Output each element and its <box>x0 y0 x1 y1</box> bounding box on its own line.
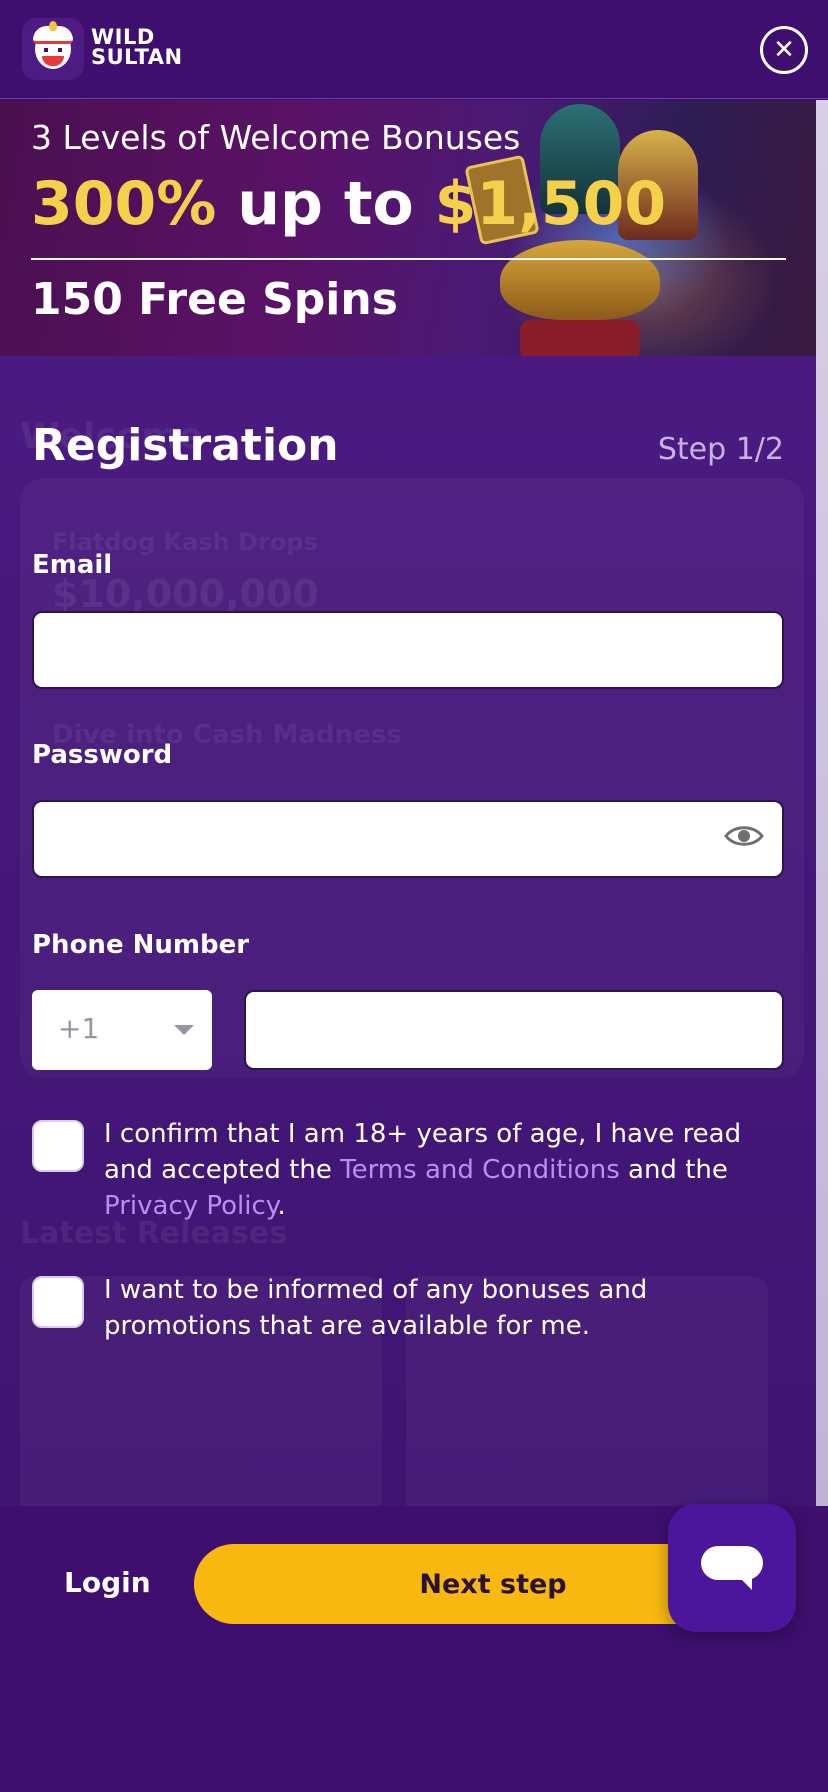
magic-lamp-image <box>500 240 660 320</box>
logo-text[interactable]: WILD SULTAN <box>91 25 183 69</box>
banner-percent: 300% <box>31 169 217 239</box>
email-label: Email <box>32 550 113 580</box>
password-label: Password <box>32 740 173 770</box>
login-link[interactable]: Login <box>64 1566 151 1599</box>
country-code-select[interactable]: +1 <box>32 990 212 1070</box>
banner-free-spins: 150 Free Spins <box>31 274 398 325</box>
phone-number-field[interactable] <box>244 990 784 1070</box>
logo-line-2: SULTAN <box>91 45 183 69</box>
banner-up-to: up to <box>216 169 435 239</box>
step-indicator: Step 1/2 <box>657 432 784 467</box>
country-code-value: +1 <box>58 1012 100 1045</box>
privacy-link[interactable]: Privacy Policy <box>104 1191 277 1221</box>
chat-bubble-icon <box>701 1546 763 1580</box>
email-field[interactable] <box>32 611 784 689</box>
banner-art-table <box>520 320 640 356</box>
wild-sultan-logo-icon[interactable] <box>22 18 84 80</box>
terms-link[interactable]: Terms and Conditions <box>340 1155 620 1185</box>
chevron-down-icon <box>174 1025 194 1035</box>
top-header: WILD SULTAN ✕ <box>0 0 828 99</box>
banner-headline: 300% up to $1,500 <box>31 168 666 240</box>
eye-icon[interactable] <box>724 823 764 849</box>
logo-line-1: WILD <box>91 25 155 49</box>
age-confirm-text: I confirm that I am 18+ years of age, I … <box>104 1116 794 1224</box>
age-text-part2: and the <box>619 1155 728 1185</box>
age-text-part3: . <box>277 1191 286 1221</box>
close-button[interactable]: ✕ <box>760 26 808 74</box>
welcome-bonus-banner: 3 Levels of Welcome Bonuses 300% up to $… <box>0 100 816 356</box>
promo-optin-checkbox[interactable] <box>32 1276 84 1328</box>
registration-title: Registration <box>32 420 339 471</box>
chat-bubble-tail <box>736 1574 752 1590</box>
banner-divider <box>31 258 786 260</box>
bg-promo-card <box>20 478 804 1078</box>
scrollbar[interactable] <box>816 100 828 1506</box>
banner-amount: $1,500 <box>434 169 667 239</box>
close-icon: ✕ <box>773 35 795 65</box>
phone-label: Phone Number <box>32 930 250 960</box>
age-confirm-checkbox[interactable] <box>32 1120 84 1172</box>
banner-subtitle: 3 Levels of Welcome Bonuses <box>31 118 521 157</box>
chat-button[interactable] <box>668 1504 796 1632</box>
password-field[interactable] <box>32 800 784 878</box>
promo-optin-text: I want to be informed of any bonuses and… <box>104 1275 648 1341</box>
